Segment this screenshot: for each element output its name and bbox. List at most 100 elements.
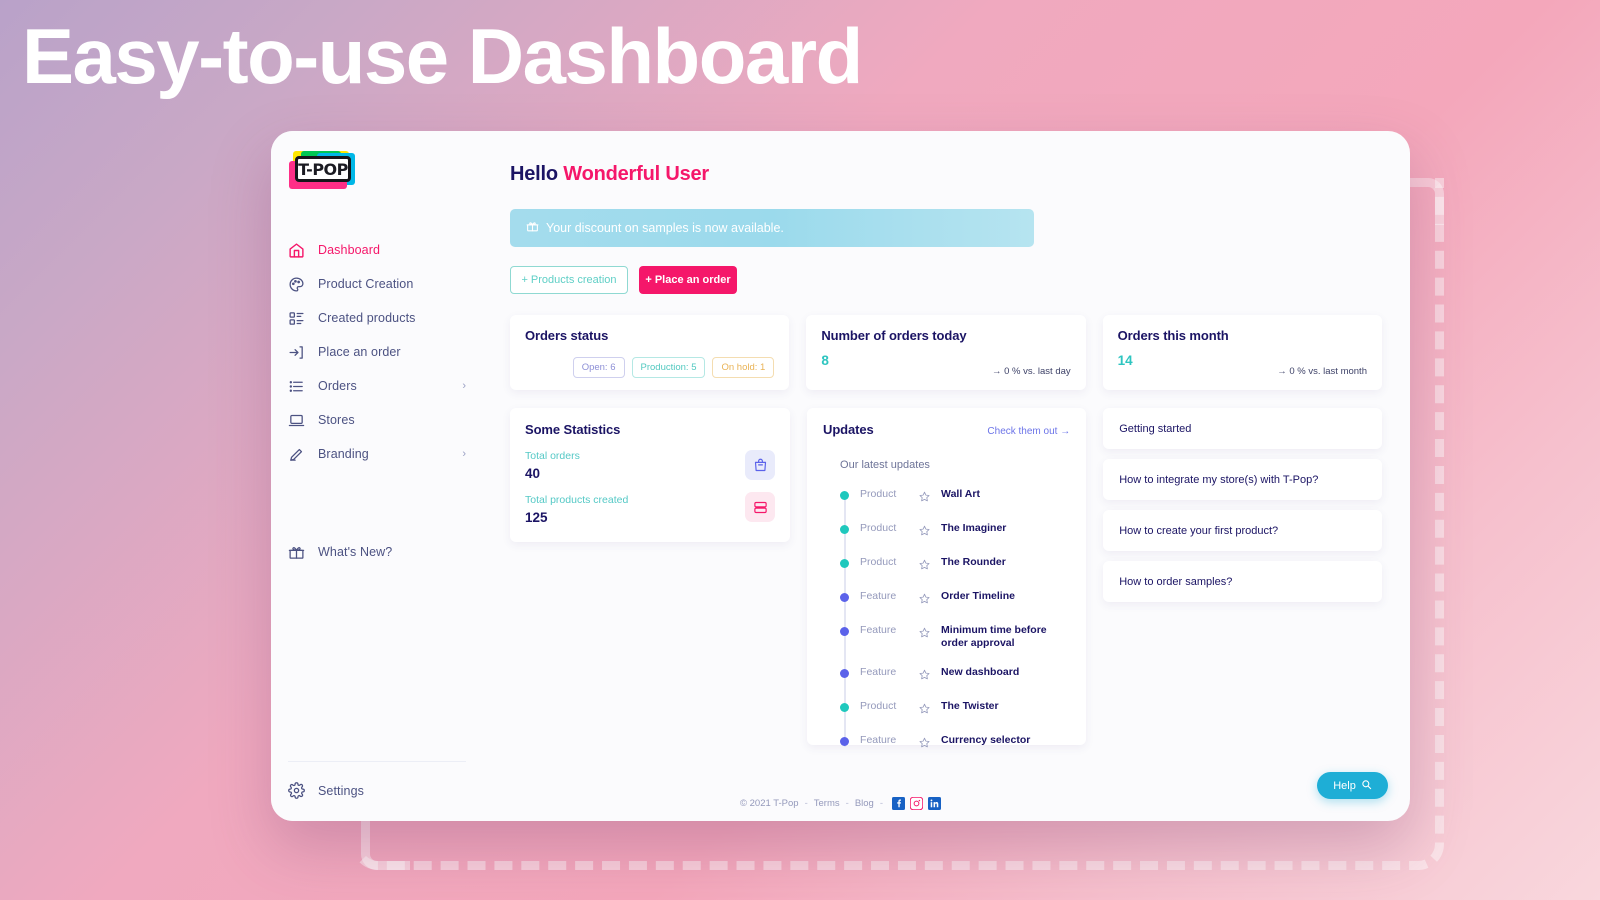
discount-banner-text: Your discount on samples is now availabl… (546, 221, 784, 235)
orders-month-delta: → 0 % vs. last month (1277, 366, 1367, 377)
timeline-dot-icon (840, 627, 850, 636)
update-kind: Feature (860, 665, 897, 678)
sidebar-item-product-creation[interactable]: Product Creation (271, 267, 482, 301)
footer-blog-link[interactable]: Blog (855, 798, 874, 809)
timeline-dot-icon (840, 491, 850, 500)
list-item[interactable]: Feature Currency selector (840, 734, 1070, 753)
update-name: The Twister (941, 699, 999, 712)
greeting: Hello Wonderful User (510, 163, 1382, 186)
update-kind: Feature (860, 590, 897, 602)
gift-icon (288, 544, 305, 561)
status-badge-open[interactable]: Open: 6 (572, 357, 625, 378)
footer-copyright: © 2021 T-Pop (740, 797, 799, 809)
stacked-cards-icon (745, 492, 776, 522)
sidebar-item-created-products[interactable]: Created products (271, 301, 482, 335)
sidebar-item-label: What's New? (318, 545, 393, 559)
check-them-out-link[interactable]: Check them out → (987, 426, 1070, 437)
update-name: Currency selector (941, 733, 1031, 746)
gift-icon (526, 220, 539, 236)
timeline-dot-icon (840, 525, 850, 534)
linkedin-icon[interactable] (928, 796, 941, 810)
timeline-dot-icon (840, 593, 850, 602)
instagram-icon[interactable] (909, 796, 924, 810)
updates-card: Updates Check them out → Our latest upda… (807, 408, 1087, 748)
stats-row: Orders status Open: 6 Production: 5 On h… (510, 315, 1382, 390)
sidebar-item-dashboard[interactable]: Dashboard (271, 233, 482, 267)
place-an-order-button[interactable]: + Place an order (639, 266, 737, 294)
logo-wrapper: T-POP (287, 149, 482, 193)
footer-terms-link[interactable]: Terms (814, 798, 840, 809)
stat-row-total-orders: Total orders 40 (525, 450, 775, 481)
star-icon (919, 625, 930, 643)
update-name: New dashboard (941, 665, 1020, 678)
star-icon (919, 523, 930, 541)
sidebar-item-label: Stores (318, 413, 355, 427)
stat-value: 125 (525, 510, 548, 525)
update-kind: Feature (860, 624, 897, 636)
star-icon (919, 735, 930, 753)
card-title: Some Statistics (525, 422, 621, 437)
help-link-getting-started[interactable]: Getting started (1103, 408, 1382, 449)
footer-separator: - (845, 797, 849, 809)
list-item[interactable]: Feature Order Timeline (840, 590, 1070, 609)
sidebar-item-stores[interactable]: Stores (271, 403, 482, 437)
sidebar: T-POP Dashboard Product Creation Created… (271, 131, 482, 821)
card-title: Orders this month (1117, 328, 1229, 343)
list-item[interactable]: Feature Minimum time before order approv… (840, 624, 1070, 651)
sidebar-divider (288, 761, 466, 762)
update-name: Order Timeline (941, 590, 1015, 602)
update-name: The Rounder (941, 556, 1006, 568)
help-links-column: Getting started How to integrate my stor… (1103, 408, 1382, 602)
sidebar-item-whats-new[interactable]: What's New? (271, 535, 482, 569)
footer-separator: - (804, 797, 808, 809)
star-icon (919, 591, 930, 609)
chevron-right-icon: › (462, 380, 466, 392)
sidebar-item-label: Dashboard (318, 243, 381, 257)
tpop-logo[interactable]: T-POP (287, 149, 363, 193)
star-icon (919, 667, 930, 685)
sidebar-item-label: Orders (318, 379, 357, 393)
star-icon (919, 489, 930, 507)
timeline-dot-icon (840, 668, 850, 678)
sidebar-item-orders[interactable]: Orders › (271, 369, 482, 403)
list-item[interactable]: Product The Imaginer (840, 522, 1070, 541)
list-details-icon (288, 310, 305, 327)
footer-separator: - (879, 797, 883, 809)
chevron-right-icon: › (462, 448, 466, 460)
help-link-order-samples[interactable]: How to order samples? (1103, 561, 1382, 602)
help-link-integrate-store[interactable]: How to integrate my store(s) with T-Pop? (1103, 459, 1382, 500)
list-item[interactable]: Feature New dashboard (840, 666, 1070, 685)
help-link-create-first-product[interactable]: How to create your first product? (1103, 510, 1382, 551)
list-icon (288, 378, 305, 395)
palette-icon (288, 276, 305, 293)
discount-banner[interactable]: Your discount on samples is now availabl… (510, 209, 1034, 247)
footer-social-links (892, 796, 941, 810)
list-item[interactable]: Product Wall Art (840, 488, 1070, 507)
shopping-bag-icon (745, 450, 776, 480)
stat-label: Total orders (525, 450, 580, 462)
facebook-icon[interactable] (892, 796, 905, 810)
action-button-row: + Products creation + Place an order (510, 266, 1382, 294)
content-row: Some Statistics Total orders 40 Total pr… (510, 408, 1382, 748)
update-kind: Product (860, 556, 897, 568)
status-badge-on-hold[interactable]: On hold: 1 (712, 357, 775, 378)
sidebar-item-label: Branding (318, 447, 369, 461)
status-badge-production[interactable]: Production: 5 (631, 357, 706, 378)
products-creation-button[interactable]: + Products creation (510, 266, 628, 294)
list-item[interactable]: Product The Rounder (840, 556, 1070, 575)
update-kind: Product (860, 488, 897, 500)
orders-status-badges: Open: 6 Production: 5 On hold: 1 (525, 357, 775, 378)
sidebar-item-label: Product Creation (318, 277, 414, 291)
timeline-dot-icon (840, 559, 850, 568)
list-item[interactable]: Product The Twister (840, 700, 1070, 719)
sidebar-item-branding[interactable]: Branding › (271, 437, 482, 471)
update-kind: Feature (860, 733, 897, 746)
orders-today-delta: → 0 % vs. last day (991, 366, 1071, 377)
sidebar-item-place-an-order[interactable]: Place an order (271, 335, 482, 369)
pencil-icon (288, 446, 305, 463)
sidebar-nav: Dashboard Product Creation Created produ… (271, 233, 482, 569)
greeting-username: Wonderful User (563, 163, 710, 185)
stat-label: Total products created (525, 494, 629, 506)
main-content: Hello Wonderful User Your discount on sa… (482, 131, 1410, 821)
update-name: Minimum time before order approval (941, 624, 1047, 650)
